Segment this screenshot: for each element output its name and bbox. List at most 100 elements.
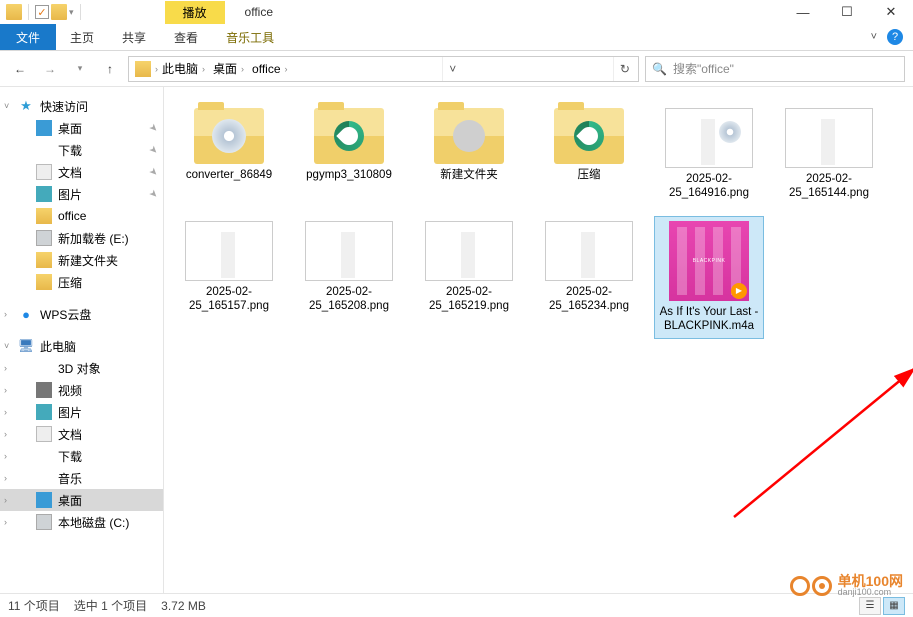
dl-icon <box>36 448 52 464</box>
file-item[interactable]: 2025-02-25_165157.png <box>174 216 284 339</box>
folder-icon <box>314 108 384 164</box>
folder-icon <box>36 274 52 290</box>
folder-icon <box>554 108 624 164</box>
view-details-button[interactable]: ☰ <box>859 597 881 615</box>
address-bar[interactable]: › 此电脑› 桌面› office› ˅ ↻ <box>128 56 639 82</box>
expand-icon[interactable]: › <box>4 517 7 527</box>
desk-icon <box>36 120 52 136</box>
file-tab[interactable]: 文件 <box>0 24 56 50</box>
tree-this-pc[interactable]: ˅ 🖥 此电脑 <box>0 335 163 357</box>
folder-icon <box>194 108 264 164</box>
help-icon[interactable]: ? <box>887 29 903 45</box>
file-item[interactable]: 2025-02-25_165234.png <box>534 216 644 339</box>
tab-view[interactable]: 查看 <box>160 24 212 50</box>
tree-item[interactable]: 新加载卷 (E:) <box>0 227 163 249</box>
pic-icon <box>36 404 52 420</box>
expand-icon[interactable]: ˅ <box>4 341 9 351</box>
drive-icon <box>36 514 52 530</box>
tree-item[interactable]: ›桌面 <box>0 489 163 511</box>
tree-item[interactable]: ›文档 <box>0 423 163 445</box>
tree-wps-cloud[interactable]: › ● WPS云盘 <box>0 303 163 325</box>
expand-icon[interactable]: › <box>4 451 7 461</box>
expand-icon[interactable]: › <box>4 363 7 373</box>
minimize-button[interactable]: — <box>781 0 825 24</box>
status-item-count: 11 个项目 <box>8 597 60 614</box>
breadcrumb-desktop[interactable]: 桌面› <box>209 57 248 81</box>
breadcrumb-this-pc[interactable]: 此电脑› <box>158 57 209 81</box>
folder-icon[interactable] <box>51 4 67 20</box>
expand-icon[interactable]: › <box>4 407 7 417</box>
file-label: As If It's Your Last - BLACKPINK.m4a <box>659 305 759 334</box>
file-label: 新建文件夹 <box>440 168 498 182</box>
qat-dropdown-icon[interactable]: ▾ <box>69 7 74 18</box>
vid-icon <box>36 382 52 398</box>
file-label: 2025-02-25_165219.png <box>419 285 519 314</box>
nav-up-button[interactable]: ↑ <box>98 57 122 81</box>
tab-music-tools[interactable]: 音乐工具 <box>212 24 288 50</box>
refresh-icon[interactable]: ↻ <box>613 57 636 81</box>
file-item[interactable]: converter_86849 <box>174 103 284 206</box>
three-icon <box>36 360 52 376</box>
maximize-button[interactable]: ☐ <box>825 0 869 24</box>
address-dropdown-icon[interactable]: ˅ <box>442 57 462 81</box>
qat-checkbox[interactable]: ✓ <box>35 5 49 19</box>
nav-forward-button[interactable]: → <box>38 57 62 81</box>
image-thumbnail <box>665 108 753 168</box>
file-item[interactable]: BLACKPINK▶As If It's Your Last - BLACKPI… <box>654 216 764 339</box>
close-button[interactable]: ✕ <box>869 0 913 24</box>
tree-item[interactable]: 桌面➤ <box>0 117 163 139</box>
folder-icon <box>6 4 22 20</box>
drive-icon <box>36 230 52 246</box>
expand-icon[interactable]: › <box>4 309 7 319</box>
tree-quick-access[interactable]: ˅ ★ 快速访问 <box>0 95 163 117</box>
tree-item[interactable]: ›3D 对象 <box>0 357 163 379</box>
watermark: 单机100网danji100.com <box>790 574 903 597</box>
tree-item[interactable]: ›本地磁盘 (C:) <box>0 511 163 533</box>
image-thumbnail <box>545 221 633 281</box>
window-title: office <box>245 5 273 19</box>
tree-item[interactable]: ›下载 <box>0 445 163 467</box>
file-content-area[interactable]: converter_86849pgymp3_310809新建文件夹压缩2025-… <box>164 87 913 593</box>
file-item[interactable]: 压缩 <box>534 103 644 206</box>
navigation-tree[interactable]: ˅ ★ 快速访问 桌面➤下载➤文档➤图片➤office新加载卷 (E:)新建文件… <box>0 87 164 593</box>
tab-home[interactable]: 主页 <box>56 24 108 50</box>
file-label: 2025-02-25_165144.png <box>779 172 879 201</box>
address-row: ← → ▾ ↑ › 此电脑› 桌面› office› ˅ ↻ 🔍 搜索"offi… <box>0 51 913 87</box>
pic-icon <box>36 186 52 202</box>
file-item[interactable]: 2025-02-25_164916.png <box>654 103 764 206</box>
search-input[interactable]: 🔍 搜索"office" <box>645 56 905 82</box>
nav-back-button[interactable]: ← <box>8 57 32 81</box>
tree-item[interactable]: ›视频 <box>0 379 163 401</box>
image-thumbnail <box>305 221 393 281</box>
tree-item[interactable]: 下载➤ <box>0 139 163 161</box>
ribbon-expand-icon[interactable]: ˅ <box>871 31 877 43</box>
file-item[interactable]: 新建文件夹 <box>414 103 524 206</box>
expand-icon[interactable]: › <box>4 495 7 505</box>
image-thumbnail <box>425 221 513 281</box>
tab-share[interactable]: 共享 <box>108 24 160 50</box>
file-label: 2025-02-25_165234.png <box>539 285 639 314</box>
tree-item[interactable]: office <box>0 205 163 227</box>
tree-item[interactable]: 图片➤ <box>0 183 163 205</box>
nav-recent-dropdown[interactable]: ▾ <box>68 57 92 81</box>
file-label: 2025-02-25_165208.png <box>299 285 399 314</box>
expand-icon[interactable]: › <box>4 385 7 395</box>
image-thumbnail <box>185 221 273 281</box>
pc-icon: 🖥 <box>18 338 34 354</box>
file-item[interactable]: pgymp3_310809 <box>294 103 404 206</box>
file-item[interactable]: 2025-02-25_165219.png <box>414 216 524 339</box>
tree-item[interactable]: 文档➤ <box>0 161 163 183</box>
pin-icon: ➤ <box>146 165 160 179</box>
expand-icon[interactable]: › <box>4 429 7 439</box>
tree-item[interactable]: ›音乐 <box>0 467 163 489</box>
tree-item[interactable]: 新建文件夹 <box>0 249 163 271</box>
tree-item[interactable]: 压缩 <box>0 271 163 293</box>
tree-item[interactable]: ›图片 <box>0 401 163 423</box>
breadcrumb-office[interactable]: office› <box>248 57 291 81</box>
status-size: 3.72 MB <box>161 599 206 613</box>
file-item[interactable]: 2025-02-25_165208.png <box>294 216 404 339</box>
file-item[interactable]: 2025-02-25_165144.png <box>774 103 884 206</box>
view-large-icons-button[interactable]: ▦ <box>883 597 905 615</box>
expand-icon[interactable]: › <box>4 473 7 483</box>
expand-icon[interactable]: ˅ <box>4 101 9 111</box>
